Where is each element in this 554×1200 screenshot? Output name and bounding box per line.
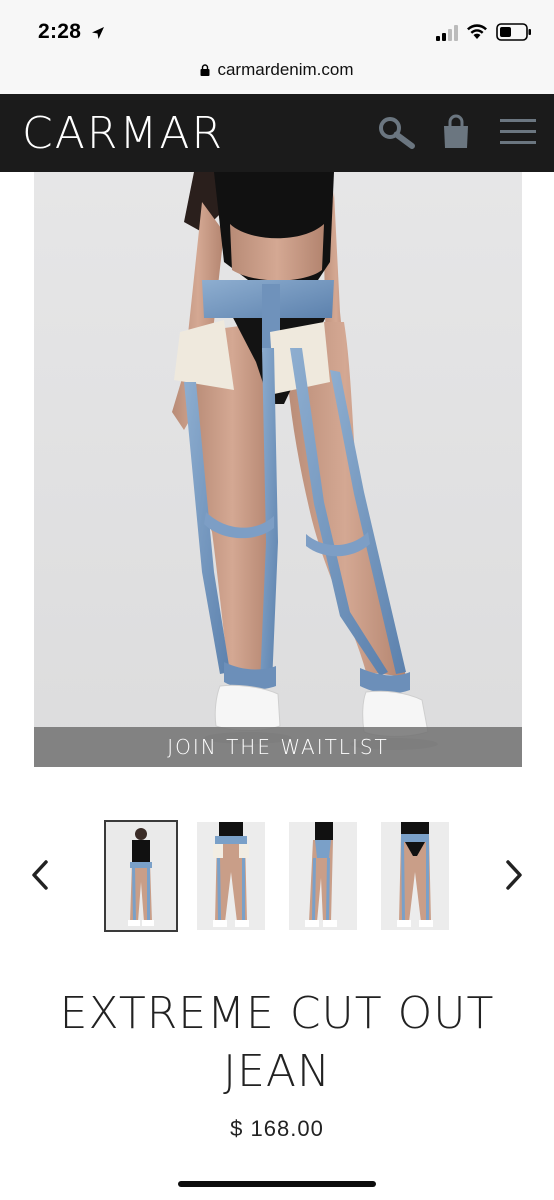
wifi-icon <box>467 24 487 39</box>
home-indicator[interactable] <box>178 1181 376 1187</box>
product-title: EXTREME CUT OUT JEAN <box>20 985 534 1101</box>
product-price: $ 168.00 <box>230 1116 324 1141</box>
thumbnail-image <box>381 822 449 930</box>
search-icon[interactable] <box>377 115 417 151</box>
product-title-line-2: JEAN <box>223 1046 331 1097</box>
thumbnail-image <box>197 822 265 930</box>
site-logo[interactable]: CARMAR <box>22 108 224 159</box>
product-hero-image[interactable]: JOIN THE WAITLIST <box>34 172 522 767</box>
join-waitlist-button[interactable]: JOIN THE WAITLIST <box>34 727 522 767</box>
status-time: 2:28 <box>38 20 82 43</box>
browser-address-bar[interactable]: carmardenim.com <box>0 52 554 94</box>
lock-icon <box>200 64 210 76</box>
url-text: carmardenim.com <box>217 60 354 79</box>
thumbnail-1[interactable] <box>104 820 178 932</box>
model-photo <box>34 172 522 767</box>
thumbnail-image <box>106 822 176 930</box>
status-bar: 2:28 <box>0 0 554 52</box>
url-display[interactable]: carmardenim.com <box>0 60 554 80</box>
shopping-bag-icon[interactable] <box>442 114 470 150</box>
location-arrow-icon <box>92 27 104 39</box>
thumbnail-2[interactable] <box>197 822 265 930</box>
cellular-signal-icon <box>436 25 458 41</box>
menu-icon[interactable] <box>500 116 536 148</box>
chevron-right-icon[interactable] <box>502 858 526 892</box>
thumbnail-3[interactable] <box>289 822 357 930</box>
product-title-line-1: EXTREME CUT OUT <box>59 988 495 1039</box>
battery-icon <box>496 23 531 41</box>
thumbnail-image <box>289 822 357 930</box>
chevron-left-icon[interactable] <box>28 858 52 892</box>
site-header: CARMAR <box>0 94 554 172</box>
thumbnail-gallery <box>0 818 554 934</box>
thumbnail-4[interactable] <box>381 822 449 930</box>
